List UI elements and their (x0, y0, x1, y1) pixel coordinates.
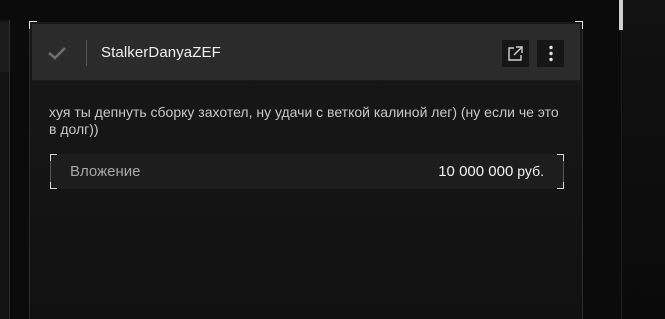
attachment-corner-top-right (557, 154, 564, 161)
external-link-icon (508, 46, 523, 61)
attachment-corner-bottom-left (50, 182, 57, 189)
attachment-label: Вложение (70, 163, 141, 180)
check-icon (48, 47, 66, 60)
attachment-value: 10 000 000 руб. (438, 163, 544, 180)
attachment-row[interactable]: Вложение 10 000 000 руб. (50, 154, 564, 189)
right-divider (621, 30, 622, 319)
sender-username[interactable]: StalkerDanyaZEF (101, 44, 221, 61)
right-background-panel (623, 0, 665, 319)
more-options-button[interactable] (537, 40, 564, 67)
open-external-button[interactable] (502, 40, 529, 67)
message-body: хуя ты депнуть сборку захотел, ну удачи … (49, 104, 559, 137)
more-vertical-icon (548, 45, 553, 62)
attachment-corner-top-left (50, 154, 57, 161)
attachment-currency: руб. (517, 163, 544, 179)
mark-read-button[interactable] (44, 40, 70, 66)
message-card: StalkerDanyaZEF хуя ты депнуть сборку за… (29, 21, 583, 319)
message-header: StalkerDanyaZEF (32, 24, 580, 81)
attachment-amount: 10 000 000 (438, 163, 514, 180)
header-divider (86, 40, 87, 66)
attachment-corner-bottom-right (557, 182, 564, 189)
left-background-header (0, 22, 9, 72)
